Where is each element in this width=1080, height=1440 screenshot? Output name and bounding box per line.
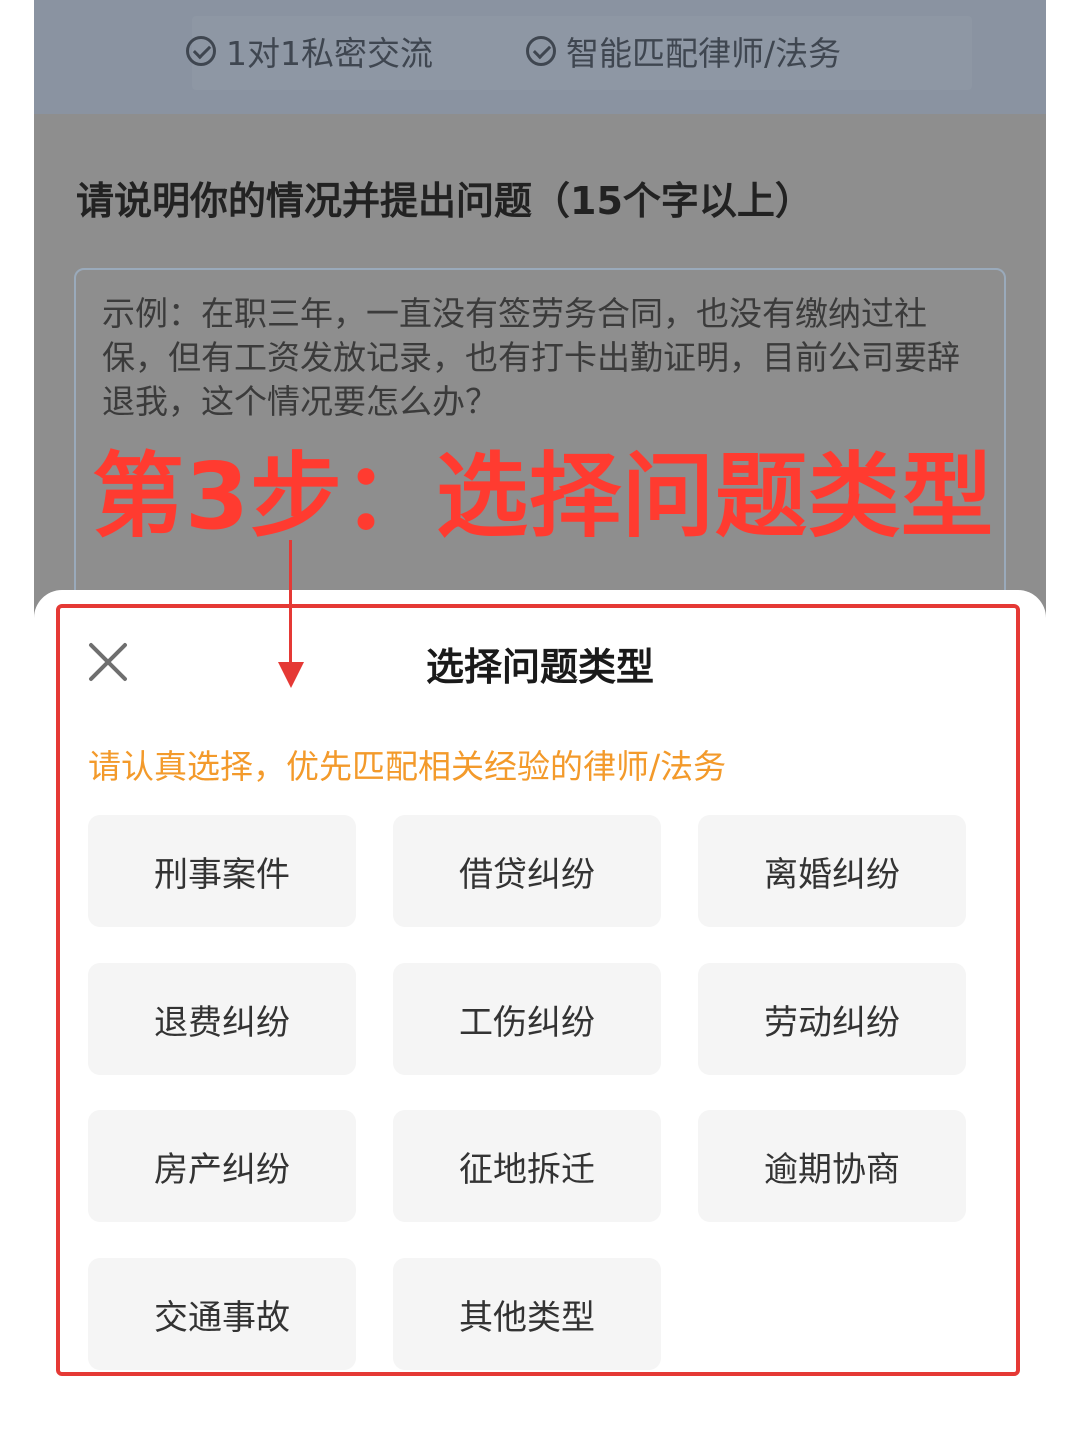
feature-smart-match-label: 智能匹配律师/法务 [566,34,842,73]
step-annotation: 第3步：选择问题类型 [92,443,995,550]
type-button-overdue-negotiation[interactable]: 逾期协商 [698,1110,966,1222]
type-button-refund[interactable]: 退费纠纷 [88,963,356,1075]
question-prompt: 请说明你的情况并提出问题（15个字以上） [76,179,813,223]
type-button-criminal[interactable]: 刑事案件 [88,815,356,927]
type-button-property[interactable]: 房产纠纷 [88,1110,356,1222]
type-button-loan[interactable]: 借贷纠纷 [393,815,661,927]
type-button-other[interactable]: 其他类型 [393,1258,661,1370]
type-button-traffic-accident[interactable]: 交通事故 [88,1258,356,1370]
type-button-work-injury[interactable]: 工伤纠纷 [393,963,661,1075]
feature-private-chat: 1对1私密交流 [186,26,433,76]
selection-hint: 请认真选择，优先匹配相关经验的律师/法务 [88,747,727,786]
page: 请说明你的情况并提出问题（15个字以上） 1对1私密交流 智能匹配律师/法务 第… [0,0,1080,1440]
type-button-divorce[interactable]: 离婚纠纷 [698,815,966,927]
feature-smart-match: 智能匹配律师/法务 [526,26,841,76]
type-button-land-requisition[interactable]: 征地拆迁 [393,1110,661,1222]
type-button-labor[interactable]: 劳动纠纷 [698,963,966,1075]
check-circle-icon [186,36,216,66]
check-circle-icon [526,36,556,66]
sheet-title: 选择问题类型 [425,645,654,689]
feature-private-chat-label: 1对1私密交流 [226,34,433,73]
